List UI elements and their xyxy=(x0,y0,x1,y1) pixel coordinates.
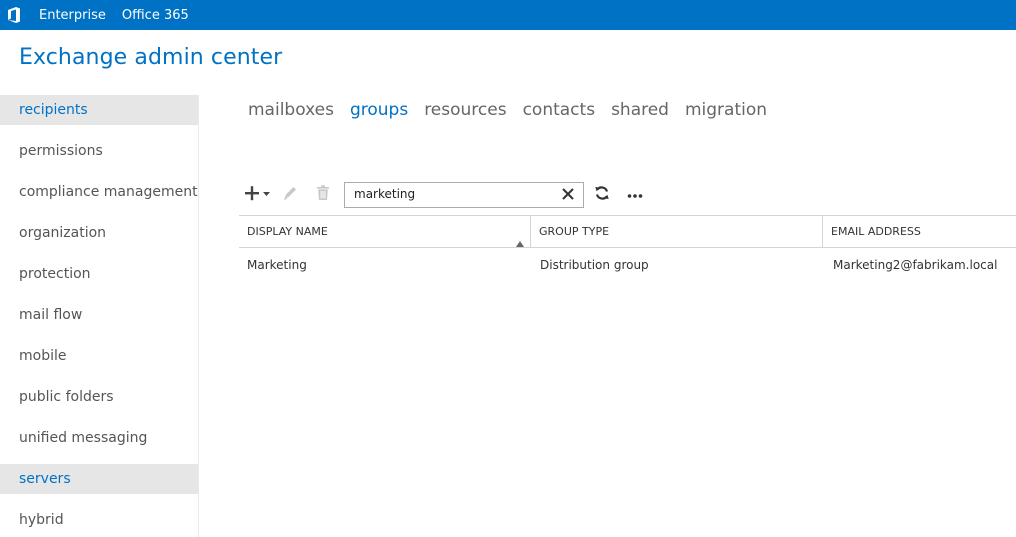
sidebar-item-mobile[interactable]: mobile xyxy=(0,341,198,371)
edit-button[interactable] xyxy=(282,181,302,209)
tab-bar: mailboxes groups resources contacts shar… xyxy=(248,100,783,120)
more-icon xyxy=(627,186,643,204)
toolbar xyxy=(244,181,664,209)
sidebar-item-hybrid[interactable]: hybrid xyxy=(0,505,198,535)
tab-mailboxes[interactable]: mailboxes xyxy=(248,100,334,120)
sidebar-item-public-folders[interactable]: public folders xyxy=(0,382,198,412)
add-button[interactable] xyxy=(244,181,274,209)
sidebar-item-recipients[interactable]: recipients xyxy=(0,95,198,125)
sidebar-item-protection[interactable]: protection xyxy=(0,259,198,289)
add-icon xyxy=(244,185,272,206)
app-title: Exchange admin center xyxy=(19,45,283,70)
sidebar-item-permissions[interactable]: permissions xyxy=(0,136,198,166)
sidebar-item-compliance-management[interactable]: compliance management xyxy=(0,177,198,207)
cell-email-address: Marketing2@fabrikam.local xyxy=(833,258,998,272)
tab-groups[interactable]: groups xyxy=(350,100,408,120)
sidebar-item-organization[interactable]: organization xyxy=(0,218,198,248)
column-header-label: DISPLAY NAME xyxy=(247,225,328,238)
sort-ascending-icon xyxy=(516,228,524,247)
search-input[interactable] xyxy=(345,183,554,205)
topbar-link-office365[interactable]: Office 365 xyxy=(122,8,189,23)
groups-table: DISPLAY NAME GROUP TYPE EMAIL ADDRESS Ma… xyxy=(239,215,1016,282)
edit-icon xyxy=(282,185,298,206)
top-bar: Enterprise Office 365 xyxy=(0,0,1016,30)
column-header-display-name[interactable]: DISPLAY NAME xyxy=(239,216,531,247)
tab-contacts[interactable]: contacts xyxy=(523,100,595,120)
topbar-link-enterprise[interactable]: Enterprise xyxy=(39,8,106,23)
sidebar: recipients permissions compliance manage… xyxy=(0,95,199,537)
cell-group-type: Distribution group xyxy=(540,258,649,272)
sidebar-item-mail-flow[interactable]: mail flow xyxy=(0,300,198,330)
tab-migration[interactable]: migration xyxy=(685,100,767,120)
cell-display-name: Marketing xyxy=(247,258,307,272)
delete-icon xyxy=(316,184,330,206)
column-header-email-address[interactable]: EMAIL ADDRESS xyxy=(823,216,1016,247)
tab-shared[interactable]: shared xyxy=(611,100,669,120)
search-box xyxy=(344,182,584,208)
close-icon[interactable] xyxy=(561,187,575,201)
column-header-label: GROUP TYPE xyxy=(539,225,610,238)
table-header: DISPLAY NAME GROUP TYPE EMAIL ADDRESS xyxy=(239,215,1016,248)
sidebar-item-unified-messaging[interactable]: unified messaging xyxy=(0,423,198,453)
column-header-label: EMAIL ADDRESS xyxy=(831,225,921,238)
tab-resources[interactable]: resources xyxy=(424,100,506,120)
office-logo-icon[interactable] xyxy=(7,7,23,23)
more-button[interactable] xyxy=(627,181,647,209)
column-header-group-type[interactable]: GROUP TYPE xyxy=(531,216,823,247)
delete-button[interactable] xyxy=(316,181,336,209)
refresh-icon xyxy=(594,185,610,206)
table-row[interactable]: Marketing Distribution group Marketing2@… xyxy=(239,248,1016,282)
refresh-button[interactable] xyxy=(594,181,614,209)
sidebar-item-servers[interactable]: servers xyxy=(0,464,198,494)
